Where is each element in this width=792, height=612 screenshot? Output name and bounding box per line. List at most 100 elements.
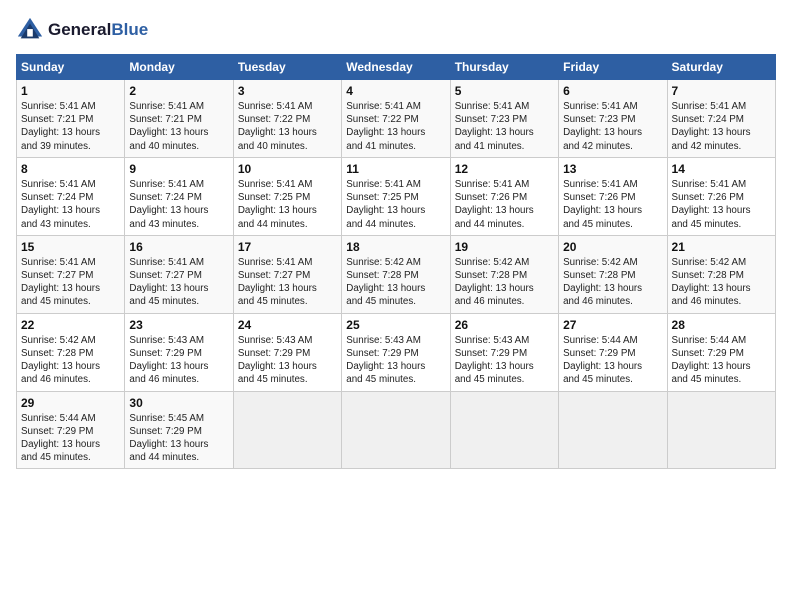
calendar-cell: 10Sunrise: 5:41 AM Sunset: 7:25 PM Dayli… (233, 157, 341, 235)
col-wednesday: Wednesday (342, 55, 450, 80)
day-info: Sunrise: 5:43 AM Sunset: 7:29 PM Dayligh… (238, 334, 337, 387)
day-number: 11 (346, 162, 445, 176)
col-thursday: Thursday (450, 55, 558, 80)
calendar-week-2: 8 Sunrise: 5:41 AM Sunset: 7:24 PM Daylig… (17, 157, 776, 235)
calendar-cell: 2 Sunrise: 5:41 AM Sunset: 7:21 PM Daylig… (125, 80, 233, 158)
day-number: 30 (129, 396, 228, 410)
calendar-cell: 24 Sunrise: 5:43 AM Sunset: 7:29 PM Dayli… (233, 313, 341, 391)
day-info: Sunrise: 5:41 AM Sunset: 7:26 PM Dayligh… (455, 178, 554, 231)
logo: GeneralBlue (16, 16, 148, 44)
day-number: 9 (129, 162, 228, 176)
day-info: Sunrise: 5:41 AM Sunset: 7:27 PM Dayligh… (21, 256, 120, 309)
calendar-cell (450, 391, 558, 469)
day-info: Sunrise: 5:42 AM Sunset: 7:28 PM Dayligh… (672, 256, 771, 309)
day-info: Sunrise: 5:45 AM Sunset: 7:29 PM Dayligh… (129, 412, 228, 465)
day-info: Sunrise: 5:41 AM Sunset: 7:24 PM Dayligh… (672, 100, 771, 153)
calendar-week-1: 1 Sunrise: 5:41 AM Sunset: 7:21 PM Daylig… (17, 80, 776, 158)
calendar-cell: 28 Sunrise: 5:44 AM Sunset: 7:29 PM Dayli… (667, 313, 775, 391)
day-info: Sunrise: 5:42 AM Sunset: 7:28 PM Dayligh… (21, 334, 120, 387)
calendar-cell: 9 Sunrise: 5:41 AM Sunset: 7:24 PM Daylig… (125, 157, 233, 235)
day-info: Sunrise: 5:44 AM Sunset: 7:29 PM Dayligh… (672, 334, 771, 387)
day-number: 15 (21, 240, 120, 254)
logo-text: GeneralBlue (48, 20, 148, 40)
day-info: Sunrise: 5:42 AM Sunset: 7:28 PM Dayligh… (346, 256, 445, 309)
day-number: 16 (129, 240, 228, 254)
day-number: 23 (129, 318, 228, 332)
day-info: Sunrise: 5:43 AM Sunset: 7:29 PM Dayligh… (346, 334, 445, 387)
day-number: 3 (238, 84, 337, 98)
page-container: GeneralBlue Sunday Monday Tuesday Wednes… (0, 0, 792, 479)
day-number: 29 (21, 396, 120, 410)
calendar-cell: 20Sunrise: 5:42 AM Sunset: 7:28 PM Dayli… (559, 235, 667, 313)
day-number: 25 (346, 318, 445, 332)
calendar-cell: 7Sunrise: 5:41 AM Sunset: 7:24 PM Daylig… (667, 80, 775, 158)
calendar-cell: 4 Sunrise: 5:41 AM Sunset: 7:22 PM Daylig… (342, 80, 450, 158)
col-monday: Monday (125, 55, 233, 80)
calendar-week-3: 15 Sunrise: 5:41 AM Sunset: 7:27 PM Dayli… (17, 235, 776, 313)
day-info: Sunrise: 5:41 AM Sunset: 7:23 PM Dayligh… (455, 100, 554, 153)
day-number: 5 (455, 84, 554, 98)
calendar-cell: 21 Sunrise: 5:42 AM Sunset: 7:28 PM Dayli… (667, 235, 775, 313)
calendar-cell: 18 Sunrise: 5:42 AM Sunset: 7:28 PM Dayli… (342, 235, 450, 313)
col-friday: Friday (559, 55, 667, 80)
calendar-cell: 19Sunrise: 5:42 AM Sunset: 7:28 PM Dayli… (450, 235, 558, 313)
day-number: 13 (563, 162, 662, 176)
day-info: Sunrise: 5:41 AM Sunset: 7:22 PM Dayligh… (346, 100, 445, 153)
calendar-cell: 8 Sunrise: 5:41 AM Sunset: 7:24 PM Daylig… (17, 157, 125, 235)
header: GeneralBlue (16, 16, 776, 44)
col-saturday: Saturday (667, 55, 775, 80)
calendar-cell: 17Sunrise: 5:41 AM Sunset: 7:27 PM Dayli… (233, 235, 341, 313)
calendar-cell: 22Sunrise: 5:42 AM Sunset: 7:28 PM Dayli… (17, 313, 125, 391)
calendar-cell: 16 Sunrise: 5:41 AM Sunset: 7:27 PM Dayli… (125, 235, 233, 313)
day-number: 24 (238, 318, 337, 332)
day-number: 26 (455, 318, 554, 332)
day-info: Sunrise: 5:41 AM Sunset: 7:21 PM Dayligh… (21, 100, 120, 153)
calendar-cell: 13 Sunrise: 5:41 AM Sunset: 7:26 PM Dayli… (559, 157, 667, 235)
calendar-cell: 3 Sunrise: 5:41 AM Sunset: 7:22 PM Daylig… (233, 80, 341, 158)
day-info: Sunrise: 5:41 AM Sunset: 7:21 PM Dayligh… (129, 100, 228, 153)
col-tuesday: Tuesday (233, 55, 341, 80)
day-info: Sunrise: 5:41 AM Sunset: 7:25 PM Dayligh… (346, 178, 445, 231)
day-info: Sunrise: 5:43 AM Sunset: 7:29 PM Dayligh… (129, 334, 228, 387)
calendar-cell: 1 Sunrise: 5:41 AM Sunset: 7:21 PM Daylig… (17, 80, 125, 158)
calendar-cell: 11 Sunrise: 5:41 AM Sunset: 7:25 PM Dayli… (342, 157, 450, 235)
calendar-cell: 23 Sunrise: 5:43 AM Sunset: 7:29 PM Dayli… (125, 313, 233, 391)
day-number: 6 (563, 84, 662, 98)
day-number: 21 (672, 240, 771, 254)
day-number: 18 (346, 240, 445, 254)
day-number: 28 (672, 318, 771, 332)
day-info: Sunrise: 5:41 AM Sunset: 7:26 PM Dayligh… (563, 178, 662, 231)
calendar-cell: 12 Sunrise: 5:41 AM Sunset: 7:26 PM Dayli… (450, 157, 558, 235)
calendar-cell: 30 Sunrise: 5:45 AM Sunset: 7:29 PM Dayli… (125, 391, 233, 469)
calendar-cell (233, 391, 341, 469)
day-number: 1 (21, 84, 120, 98)
day-info: Sunrise: 5:43 AM Sunset: 7:29 PM Dayligh… (455, 334, 554, 387)
calendar-cell: 26 Sunrise: 5:43 AM Sunset: 7:29 PM Dayli… (450, 313, 558, 391)
day-info: Sunrise: 5:41 AM Sunset: 7:24 PM Dayligh… (21, 178, 120, 231)
day-info: Sunrise: 5:44 AM Sunset: 7:29 PM Dayligh… (21, 412, 120, 465)
day-number: 17 (238, 240, 337, 254)
day-info: Sunrise: 5:41 AM Sunset: 7:24 PM Dayligh… (129, 178, 228, 231)
day-info: Sunrise: 5:42 AM Sunset: 7:28 PM Dayligh… (563, 256, 662, 309)
calendar-week-4: 22Sunrise: 5:42 AM Sunset: 7:28 PM Dayli… (17, 313, 776, 391)
calendar-cell: 5 Sunrise: 5:41 AM Sunset: 7:23 PM Daylig… (450, 80, 558, 158)
logo-icon (16, 16, 44, 44)
day-info: Sunrise: 5:41 AM Sunset: 7:25 PM Dayligh… (238, 178, 337, 231)
calendar-cell (342, 391, 450, 469)
day-info: Sunrise: 5:41 AM Sunset: 7:22 PM Dayligh… (238, 100, 337, 153)
day-info: Sunrise: 5:42 AM Sunset: 7:28 PM Dayligh… (455, 256, 554, 309)
calendar-cell: 29 Sunrise: 5:44 AM Sunset: 7:29 PM Dayli… (17, 391, 125, 469)
calendar-cell: 27Sunrise: 5:44 AM Sunset: 7:29 PM Dayli… (559, 313, 667, 391)
calendar-cell: 14Sunrise: 5:41 AM Sunset: 7:26 PM Dayli… (667, 157, 775, 235)
day-number: 2 (129, 84, 228, 98)
calendar-week-5: 29 Sunrise: 5:44 AM Sunset: 7:29 PM Dayli… (17, 391, 776, 469)
header-row: Sunday Monday Tuesday Wednesday Thursday… (17, 55, 776, 80)
day-number: 14 (672, 162, 771, 176)
calendar-cell: 15 Sunrise: 5:41 AM Sunset: 7:27 PM Dayli… (17, 235, 125, 313)
calendar-cell (667, 391, 775, 469)
day-number: 4 (346, 84, 445, 98)
day-number: 8 (21, 162, 120, 176)
day-info: Sunrise: 5:41 AM Sunset: 7:23 PM Dayligh… (563, 100, 662, 153)
day-info: Sunrise: 5:41 AM Sunset: 7:27 PM Dayligh… (129, 256, 228, 309)
day-number: 12 (455, 162, 554, 176)
